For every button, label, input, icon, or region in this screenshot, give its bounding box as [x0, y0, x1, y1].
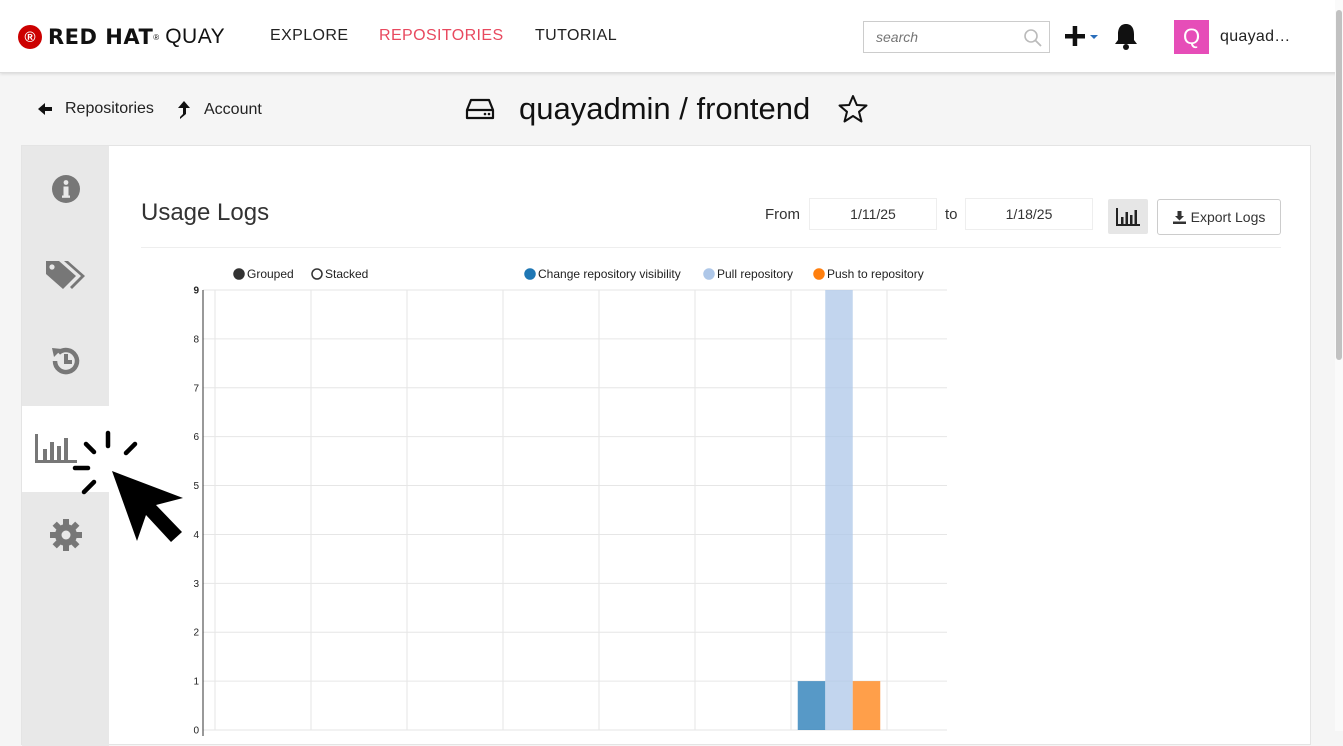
sidebar-item-settings[interactable] — [22, 492, 109, 578]
sidebar-item-info[interactable] — [22, 146, 109, 232]
page-title: quayadmin / frontend — [519, 91, 811, 126]
nav-repositories[interactable]: REPOSITORIES — [379, 27, 504, 45]
brand-registered-mark: ® — [153, 32, 160, 42]
legend-mode-marker — [311, 268, 323, 280]
y-tick-label: 2 — [193, 628, 199, 639]
y-tick-label: 7 — [193, 383, 199, 394]
y-tick-label: 6 — [193, 432, 199, 443]
y-tick-label: 8 — [193, 334, 199, 345]
chart-bar — [852, 681, 881, 730]
avatar: Q — [1174, 20, 1209, 54]
hard-drive-icon — [465, 98, 495, 120]
search-icon[interactable] — [1023, 28, 1043, 53]
back-label: Repositories — [65, 100, 154, 117]
user-menu[interactable]: Q quayad… — [1174, 20, 1291, 54]
info-icon — [51, 175, 80, 203]
brand-name-bold: RED HAT — [48, 25, 154, 49]
legend-series-label: Change repository visibility — [538, 267, 681, 281]
sidebar-item-tags[interactable] — [22, 232, 109, 318]
brand-name-light: QUAY — [165, 25, 226, 48]
legend-mode-label: Grouped — [247, 267, 294, 281]
gear-icon — [49, 519, 82, 551]
legend-series-marker — [524, 268, 536, 280]
usage-logs-chart: 0 1 2 3 4 5 6 7 8 9 Grouped Stacked Change repositor… — [193, 267, 947, 737]
y-tick-label: 0 — [193, 726, 199, 737]
nav-tutorial[interactable]: TUTORIAL — [535, 27, 617, 45]
create-new-button[interactable] — [1064, 24, 1104, 50]
y-tick-label: 9 — [193, 286, 199, 297]
repository-sidebar — [22, 146, 109, 746]
bar-chart-icon — [34, 434, 77, 463]
top-navbar: ® RED HAT ® QUAY EXPLORE REPOSITORIES TU… — [0, 0, 1343, 73]
sidebar-item-usage-logs[interactable] — [22, 406, 109, 492]
account-link[interactable]: Account — [176, 100, 262, 120]
tags-icon — [45, 261, 85, 289]
legend-series-label: Push to repository — [827, 267, 924, 281]
arrow-left-icon — [38, 103, 52, 115]
legend-series-label: Pull repository — [717, 267, 793, 281]
y-tick-label: 4 — [193, 530, 199, 541]
legend-mode-label: Stacked — [325, 267, 368, 281]
bell-icon — [1115, 24, 1137, 50]
legend-mode-marker — [233, 268, 245, 280]
star-icon[interactable] — [838, 94, 868, 124]
legend-series-marker — [703, 268, 715, 280]
chart-bar — [797, 681, 826, 730]
nav-explore[interactable]: EXPLORE — [270, 27, 348, 45]
y-tick-label: 5 — [193, 481, 199, 492]
account-label: Account — [204, 101, 262, 118]
chart-bar — [825, 290, 853, 730]
back-to-repositories-link[interactable]: Repositories — [37, 100, 154, 118]
legend-series-marker — [813, 268, 825, 280]
user-name: quayad… — [1220, 28, 1291, 45]
repository-header: quayadmin / frontend — [465, 90, 868, 128]
plus-icon — [1065, 26, 1098, 46]
brand-logo-link[interactable]: ® RED HAT ® QUAY — [18, 24, 225, 50]
level-up-icon — [178, 101, 190, 119]
scrollbar-thumb[interactable] — [1336, 10, 1342, 360]
search-input[interactable] — [864, 22, 1014, 52]
red-hat-logo-icon: ® — [18, 25, 42, 49]
history-icon — [51, 347, 79, 375]
y-tick-label: 1 — [193, 677, 199, 688]
search-box — [863, 21, 1050, 53]
usage-logs-content: Usage Logs From to Export Logs 012345678… — [109, 146, 1310, 746]
page-scrollbar[interactable] — [1335, 0, 1343, 731]
notifications-button[interactable] — [1113, 22, 1139, 50]
sidebar-item-history[interactable] — [22, 318, 109, 404]
y-tick-label: 3 — [193, 579, 199, 590]
repository-panel: Usage Logs From to Export Logs 012345678… — [21, 145, 1311, 746]
